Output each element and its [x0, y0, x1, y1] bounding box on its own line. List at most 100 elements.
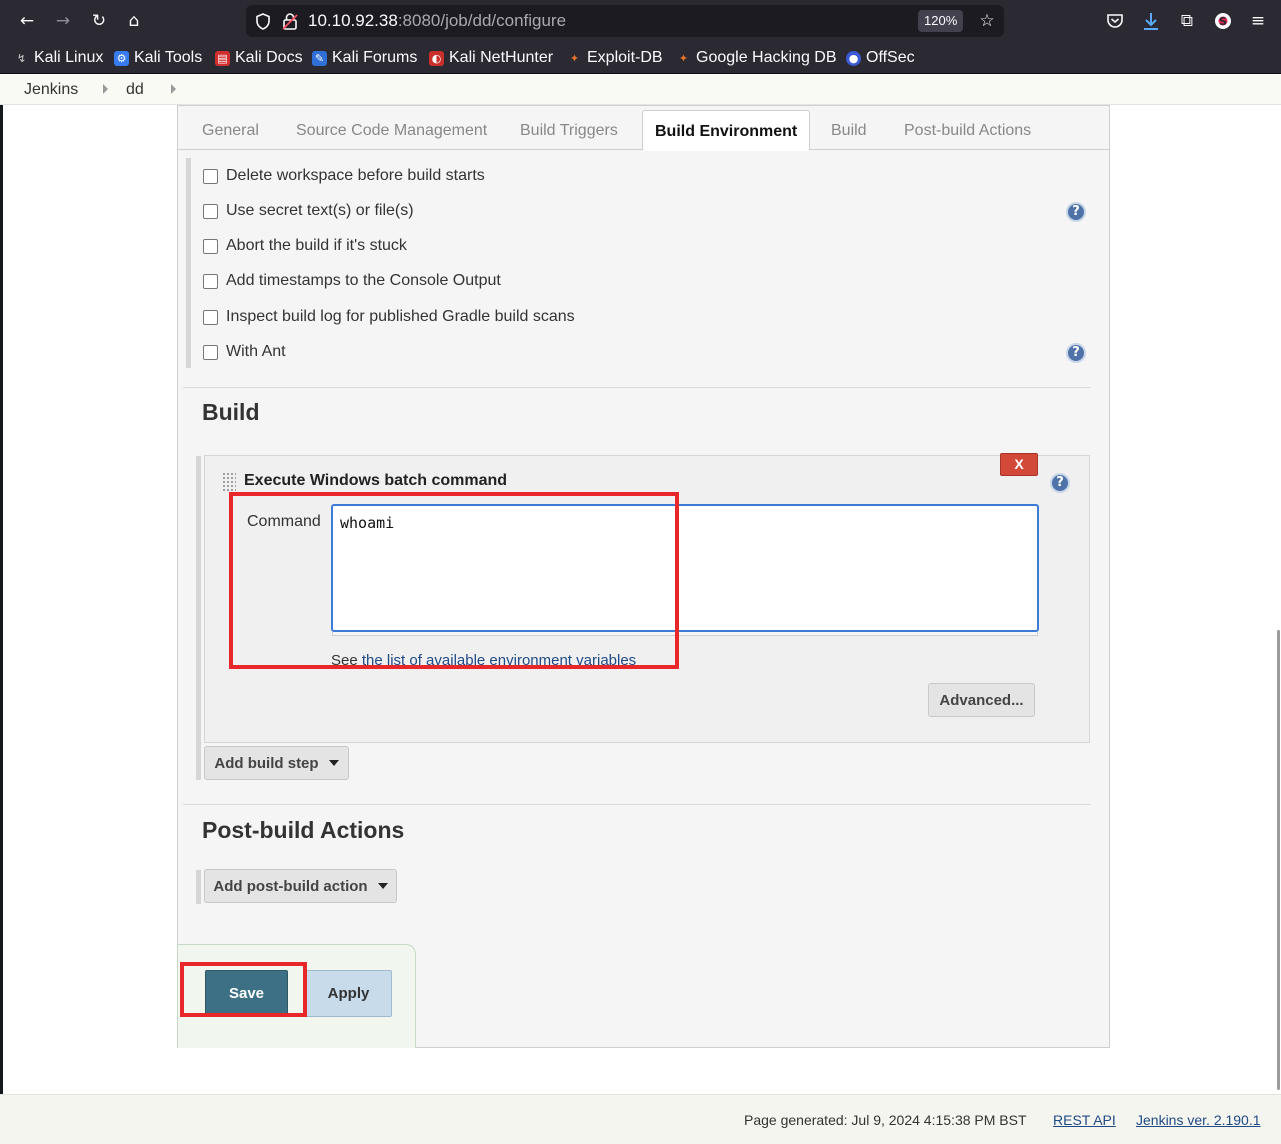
textarea-resize-bar[interactable]	[332, 632, 1038, 636]
add-build-step-label: Add build step	[214, 754, 319, 772]
dropdown-caret-icon	[377, 883, 388, 889]
offsec-icon: ●	[846, 50, 861, 66]
bookmark-label: Kali Tools	[134, 49, 203, 66]
bookmark-label: Google Hacking DB	[696, 49, 837, 66]
save-apply-bar: Save Apply	[177, 944, 416, 1048]
bookmark-star-icon[interactable]: ☆	[975, 9, 999, 33]
apply-button[interactable]: Apply	[305, 970, 392, 1017]
checkbox[interactable]	[203, 238, 218, 254]
extensions-icon[interactable]: ⧉	[1175, 9, 1199, 33]
checkbox[interactable]	[203, 203, 218, 219]
delete-step-button[interactable]: X	[1000, 453, 1038, 476]
kali-dragon-icon: ↯	[16, 51, 27, 65]
home-icon[interactable]: ⌂	[122, 9, 146, 33]
tab-source-code-management[interactable]: Source Code Management	[296, 122, 487, 140]
url-path: :8080/job/dd/configure	[397, 11, 567, 30]
tab-build[interactable]: Build	[831, 122, 867, 140]
post-build-section-title: Post-build Actions	[202, 817, 405, 843]
advanced-button[interactable]: Advanced...	[928, 683, 1035, 717]
bookmark-label: Exploit-DB	[587, 49, 663, 66]
bookmark-label: OffSec	[866, 49, 915, 66]
drag-handle-icon[interactable]	[222, 472, 236, 492]
jenkins-version-link[interactable]: Jenkins ver. 2.190.1	[1136, 1112, 1261, 1128]
checkbox[interactable]	[203, 309, 218, 325]
option-add-timestamps[interactable]: Add timestamps to the Console Output	[203, 270, 501, 292]
breadcrumb-separator-icon[interactable]	[171, 84, 176, 94]
kali-tools-icon: ⚙	[114, 50, 129, 66]
bookmark-kali-tools[interactable]: ⚙ Kali Tools	[114, 48, 202, 68]
section-divider	[183, 804, 1091, 805]
dropdown-caret-icon	[328, 760, 339, 766]
bookmark-exploit-db[interactable]: ✦ Exploit-DB	[567, 48, 663, 68]
url-host: 10.10.92.38	[308, 11, 398, 30]
tab-post-build-actions[interactable]: Post-build Actions	[904, 122, 1031, 140]
help-icon[interactable]: ?	[1066, 343, 1086, 363]
breadcrumb-job[interactable]: dd	[126, 81, 144, 99]
build-section-title: Build	[202, 399, 260, 425]
build-section-rail	[196, 456, 201, 780]
checkbox[interactable]	[203, 344, 218, 360]
save-button[interactable]: Save	[205, 970, 288, 1017]
kali-docs-icon: ▤	[215, 50, 230, 66]
bookmark-kali-forums[interactable]: ✎ Kali Forums	[312, 48, 417, 68]
option-label: Add timestamps to the Console Output	[226, 272, 501, 289]
download-icon[interactable]	[1142, 11, 1160, 31]
add-post-build-action-button[interactable]: Add post-build action	[204, 869, 397, 903]
forward-arrow-icon[interactable]: →	[51, 9, 75, 33]
bookmark-kali-linux[interactable]: ↯ Kali Linux	[14, 48, 103, 68]
insecure-lock-icon[interactable]	[282, 12, 298, 30]
breadcrumb-jenkins[interactable]: Jenkins	[24, 81, 78, 99]
bookmark-kali-docs[interactable]: ▤ Kali Docs	[215, 48, 303, 68]
option-label: Delete workspace before build starts	[226, 167, 485, 184]
option-label: Inspect build log for published Gradle b…	[226, 308, 575, 325]
left-edge-strip	[0, 105, 3, 1095]
help-icon[interactable]: ?	[1050, 473, 1070, 493]
option-inspect-gradle-scans[interactable]: Inspect build log for published Gradle b…	[203, 306, 575, 328]
option-abort-if-stuck[interactable]: Abort the build if it's stuck	[203, 235, 407, 257]
option-with-ant[interactable]: With Ant	[203, 341, 286, 363]
env-vars-link[interactable]: the list of available environment variab…	[362, 652, 636, 669]
browser-toolbar: ← → ↻ ⌂ 10.10.92.38:8080/job/dd/configur…	[0, 0, 1281, 42]
tab-build-environment[interactable]: Build Environment	[642, 110, 811, 151]
add-build-step-button[interactable]: Add build step	[204, 746, 349, 780]
url-text: 10.10.92.38:8080/job/dd/configure	[308, 11, 566, 31]
tab-general[interactable]: General	[202, 122, 259, 140]
checkbox[interactable]	[203, 168, 218, 184]
page-scrollbar[interactable]	[1277, 630, 1280, 1090]
url-bar[interactable]: 10.10.92.38:8080/job/dd/configure 120% ☆	[246, 5, 1004, 37]
bookmark-label: Kali Docs	[235, 49, 303, 66]
tab-build-triggers[interactable]: Build Triggers	[520, 122, 618, 140]
shield-icon[interactable]	[255, 13, 271, 30]
exploit-db-icon: ✦	[569, 51, 580, 65]
command-textarea[interactable]: whoami	[331, 504, 1039, 632]
pocket-icon[interactable]	[1106, 13, 1124, 29]
profile-icon[interactable]: S	[1213, 11, 1233, 31]
option-label: Abort the build if it's stuck	[226, 237, 407, 254]
command-label: Command	[247, 513, 321, 530]
page-footer: Page generated: Jul 9, 2024 4:15:38 PM B…	[0, 1094, 1281, 1144]
bookmark-offsec[interactable]: ● OffSec	[846, 48, 915, 68]
option-use-secret-text[interactable]: Use secret text(s) or file(s)	[203, 200, 414, 222]
bookmark-google-hacking-db[interactable]: ✦ Google Hacking DB	[676, 48, 837, 68]
reload-icon[interactable]: ↻	[87, 9, 111, 33]
bookmarks-bar: ↯ Kali Linux ⚙ Kali Tools ▤ Kali Docs ✎ Kali…	[0, 42, 1281, 74]
env-vars-hint: See the list of available environment va…	[331, 652, 636, 669]
page-generated-text: Page generated: Jul 9, 2024 4:15:38 PM B…	[744, 1112, 1027, 1128]
breadcrumb-separator-icon[interactable]	[103, 84, 108, 94]
checkbox[interactable]	[203, 273, 218, 289]
option-label: With Ant	[226, 343, 286, 360]
rest-api-link[interactable]: REST API	[1053, 1112, 1116, 1128]
bookmark-kali-nethunter[interactable]: ◐ Kali NetHunter	[429, 48, 553, 68]
zoom-indicator[interactable]: 120%	[918, 10, 964, 32]
back-arrow-icon[interactable]: ←	[15, 9, 39, 33]
breadcrumb: Jenkins dd	[0, 75, 1281, 105]
nethunter-icon: ◐	[429, 50, 444, 66]
help-icon[interactable]: ?	[1066, 202, 1086, 222]
config-tabbar: General Source Code Management Build Tri…	[178, 106, 1109, 151]
build-step-execute-windows-batch: Execute Windows batch command X ? Comman…	[204, 453, 1090, 743]
bookmark-label: Kali Forums	[332, 49, 418, 66]
option-delete-workspace[interactable]: Delete workspace before build starts	[203, 165, 485, 187]
menu-icon[interactable]: ≡	[1246, 9, 1270, 33]
ghdb-icon: ✦	[678, 51, 689, 65]
svg-text:S: S	[1219, 15, 1227, 28]
